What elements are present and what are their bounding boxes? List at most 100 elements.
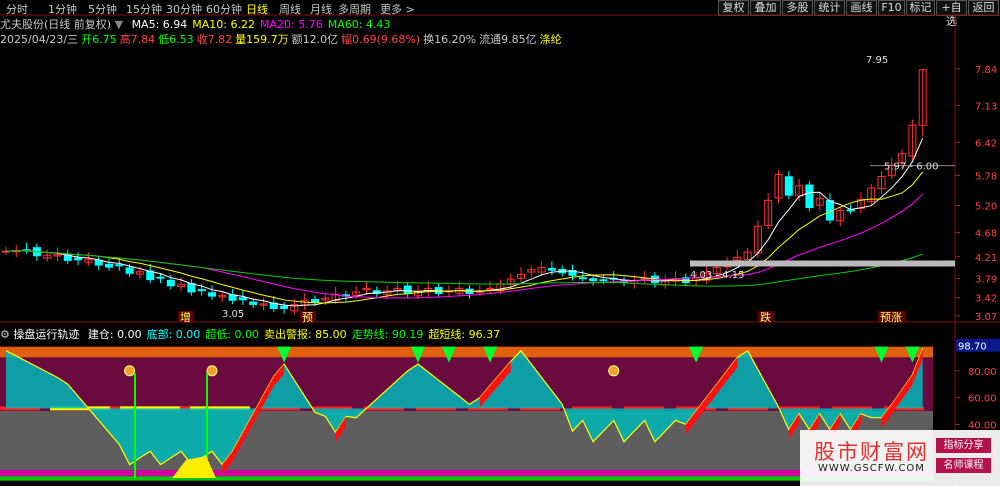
buy-signal-circle (124, 365, 136, 377)
indicator-value-5: 超短线: 96.37 (428, 328, 501, 341)
period-tab-0[interactable]: 分时 (6, 1, 28, 17)
band-magenta (0, 469, 933, 476)
candle-body (764, 199, 773, 226)
candle-body (815, 197, 824, 206)
period-tab-7[interactable]: 周线 (279, 1, 301, 17)
bottom-marker (172, 456, 216, 478)
candle-body (331, 293, 340, 302)
candle-body (723, 261, 731, 268)
toolbar-button-7[interactable]: +自选 (936, 0, 967, 28)
period-tab-8[interactable]: 月线 (310, 1, 332, 17)
quote-field-8: 换16.20% (423, 33, 477, 46)
y-tick-label: 3.07 (975, 312, 997, 323)
candle-body (547, 267, 556, 271)
chart-canvas[interactable]: 7.84 7.13 6.42 5.78 5.20 4.68 4.21 3.79 3.42 3.07… (0, 0, 1000, 486)
rise-marker (242, 413, 254, 443)
toolbar-button-0[interactable]: 复权 (718, 0, 749, 16)
candle-body (187, 282, 196, 293)
price-annotation: 4.03 - 4.15 (690, 270, 745, 281)
candle-body (661, 280, 670, 286)
ind-tick-label: 60.00 (968, 394, 997, 405)
y-tick-label: 3.42 (975, 294, 997, 305)
candle-body (578, 277, 587, 280)
indicator-value-0: 建仓: 0.00 (87, 328, 142, 341)
toolbar-button-2[interactable]: 多股 (782, 0, 813, 16)
dropdown-icon[interactable]: ▼ (115, 18, 123, 31)
y-tick-label: 5.78 (975, 171, 997, 182)
candle-body (94, 259, 103, 266)
candle-body (32, 247, 41, 257)
candle-body (753, 225, 762, 254)
buy-signal-circle (206, 365, 218, 377)
event-label-bg (878, 311, 906, 323)
period-tab-9[interactable]: 多周期 (338, 1, 371, 17)
toolbar-button-6[interactable]: 标记 (906, 0, 935, 16)
candle-body (475, 290, 484, 294)
rise-marker (706, 384, 717, 408)
candle-body (280, 305, 289, 310)
candle-body (671, 278, 680, 282)
settings-icon[interactable]: ⚙ (0, 328, 10, 341)
ind-tick-label: 80.00 (968, 367, 997, 378)
candle-body (393, 287, 402, 291)
candle-body (259, 303, 268, 306)
toolbar-button-8[interactable]: 返回 (968, 0, 999, 16)
candle-body (558, 268, 567, 274)
quote-field-3: 低6.53 (158, 33, 194, 46)
candle-body (115, 264, 124, 267)
period-tab-3[interactable]: 15分钟 (126, 1, 162, 17)
period-tab-4[interactable]: 30分钟 (166, 1, 202, 17)
candle-body (537, 267, 546, 273)
price-annotation: 5.97 - 6.00 (884, 162, 939, 173)
period-tab-6[interactable]: 日线 (246, 1, 268, 17)
candle-body (372, 290, 381, 295)
candle-body (74, 257, 83, 261)
candle-body (455, 287, 464, 294)
candle-body (506, 278, 515, 285)
period-tab-10[interactable]: 更多 > (380, 1, 415, 17)
candle-body (640, 278, 649, 281)
period-tab-5[interactable]: 60分钟 (206, 1, 242, 17)
candle-body (527, 269, 536, 273)
trace-line (5, 348, 924, 466)
candle-body (877, 176, 886, 190)
indicator-value-4: 走势线: 90.19 (351, 328, 424, 341)
candle-body (197, 289, 206, 292)
ma-line-MA5 (5, 137, 924, 307)
toolbar-button-5[interactable]: F10 (878, 0, 905, 16)
candle-body (856, 198, 865, 209)
candle-body (2, 250, 10, 253)
event-label: 增 (180, 310, 191, 324)
candle-body (105, 263, 113, 268)
candle-body (424, 287, 433, 293)
price-annotation: 3.05 (222, 309, 244, 320)
candle-body (609, 277, 618, 280)
y-tick-label: 5.20 (975, 202, 997, 213)
rise-marker (788, 413, 800, 440)
sell-signal-triangle (689, 346, 704, 363)
candle-body (589, 278, 598, 282)
ma-line-MA60 (5, 250, 923, 287)
quote-field-2: 高7.84 (119, 33, 156, 46)
sell-signal-triangle (874, 346, 889, 363)
ma-label-0: MA5: 6.94 (131, 18, 188, 31)
quote-field-1: 开6.75 (81, 33, 117, 46)
rise-marker (891, 389, 903, 415)
candle-body (135, 271, 144, 275)
toolbar-button-4[interactable]: 画线 (846, 0, 877, 16)
period-tab-1[interactable]: 1分钟 (48, 1, 77, 17)
watermark-url: WWW.GSCFW.COM (818, 463, 925, 474)
candle-body (826, 200, 834, 221)
ma-line-MA10 (5, 171, 924, 304)
candle-body (414, 290, 422, 297)
toolbar-button-1[interactable]: 叠加 (750, 0, 781, 16)
candle-body (712, 267, 721, 275)
watermark-tag-course: 名师课程 (936, 458, 991, 473)
toolbar-button-3[interactable]: 统计 (814, 0, 845, 16)
rise-marker (500, 361, 511, 384)
indicator-value-3: 卖出警报: 85.00 (263, 328, 347, 341)
period-tab-2[interactable]: 5分钟 (88, 1, 117, 17)
quote-field-10: 涤纶 (539, 33, 562, 46)
indicator-values: 建仓: 0.00 底部: 0.00 超低: 0.00 卖出警报: 85.00 走势线: … (83, 328, 500, 341)
candle-body (125, 267, 134, 274)
